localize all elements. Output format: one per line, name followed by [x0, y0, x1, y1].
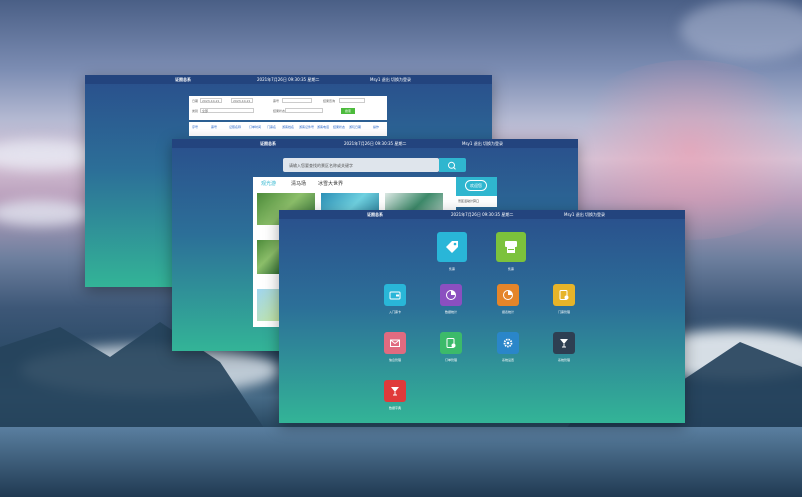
app-tile-statistics[interactable]	[440, 284, 462, 306]
title-bar: 证照总系 2021年7月26日 09:30:35 星期二 Msy1 退出 切换为…	[279, 210, 685, 219]
app-tile-ticket-machine[interactable]	[496, 232, 526, 262]
field-c-label: 类别	[192, 109, 199, 113]
search-box[interactable]: 请输入您要查找的景区名称或关键字	[283, 158, 439, 172]
field-e-label: 结果状态	[273, 109, 286, 113]
card-gear-icon	[446, 338, 456, 348]
tab-horse[interactable]: 清马场	[291, 180, 306, 187]
tab-ice-world[interactable]: 冰雪大世界	[318, 180, 343, 187]
column-header: 序号	[192, 125, 199, 129]
search-form: 日期 2023-10-21 2023-10-21 票号 结果查询 类别 全部 结…	[189, 96, 387, 120]
title-bar: 证照总系 2021年7月26日 09:30:35 星期二 Msy1 退出 切换为…	[172, 139, 578, 148]
column-header: 门票名	[267, 125, 277, 129]
column-header: 游客证件号	[299, 125, 315, 129]
search-button[interactable]: 搜索	[341, 108, 355, 114]
date-from-field[interactable]: 2023-10-21	[200, 98, 222, 103]
datetime: 2021年7月26日 09:30:35 星期二	[451, 212, 514, 217]
attraction-thumbnail[interactable]	[257, 289, 281, 321]
window-title: 证照总系	[367, 212, 383, 217]
app-label: 信息管理	[388, 358, 401, 362]
pie-chart-icon	[503, 290, 513, 300]
date-label: 日期	[192, 99, 199, 103]
field-c-select[interactable]: 全部	[200, 108, 254, 113]
cloud	[0, 200, 90, 226]
datetime: 2021年7月26日 09:30:35 星期二	[257, 77, 320, 82]
app-label: 数据统计	[444, 310, 457, 314]
title-bar: 证照总系 2021年7月26日 09:30:35 星期二 Msy1 退出 切换为…	[85, 75, 492, 84]
gear-icon	[503, 338, 513, 348]
field-e-input[interactable]	[285, 108, 323, 113]
field-b-select[interactable]	[339, 98, 365, 103]
drink-icon	[391, 387, 399, 396]
promo-badge: 欢迎您	[465, 180, 487, 191]
app-label: 系统管理	[557, 358, 570, 362]
promo-card[interactable]: 欢迎您 景区活动计算口	[456, 177, 497, 207]
app-label: 报表统计	[501, 310, 514, 314]
column-header: 游客电话	[317, 125, 330, 129]
field-a-label: 票号	[273, 99, 280, 103]
window-front: 证照总系 2021年7月26日 09:30:35 星期二 Msy1 退出 切换为…	[279, 210, 685, 423]
app-tile-messages[interactable]	[384, 332, 406, 354]
user-menu[interactable]: Msy1 退出 切换为登录	[564, 210, 605, 219]
wallet-icon	[389, 291, 401, 300]
column-header: 操作	[373, 125, 380, 129]
pie-chart-icon	[446, 290, 456, 300]
mail-icon	[390, 339, 400, 347]
ticket-machine-icon	[505, 241, 517, 253]
app-tile-system[interactable]	[553, 332, 575, 354]
tag-icon	[446, 241, 458, 253]
app-tile-ticket-management[interactable]	[553, 284, 575, 306]
field-b-label: 结果查询	[323, 99, 336, 103]
results-table: 序号 票号 证照名称 订单时间 门票名 游客姓名 游客证件号 游客电话 结果状态…	[189, 122, 387, 136]
drink-icon	[560, 339, 568, 348]
window-title: 证照总系	[260, 141, 276, 146]
search-input[interactable]: 请输入您要查找的景区名称或关键字	[289, 163, 353, 169]
search-button[interactable]	[439, 158, 466, 172]
app-label: 门票管理	[557, 310, 570, 314]
column-header: 游玩日期	[349, 125, 362, 129]
app-tile-settings[interactable]	[497, 332, 519, 354]
column-header: 证照名称	[229, 125, 242, 129]
column-header: 游客姓名	[282, 125, 295, 129]
app-tile-orders[interactable]	[440, 332, 462, 354]
promo-label: 景区活动计算口	[458, 199, 480, 203]
app-label: 售票	[507, 267, 514, 271]
app-label: 数据字典	[388, 406, 401, 410]
window-title: 证照总系	[175, 77, 191, 82]
datetime: 2021年7月26日 09:30:35 星期二	[344, 141, 407, 146]
column-header: 票号	[211, 125, 218, 129]
app-label: 售票	[448, 267, 455, 271]
user-menu[interactable]: Msy1 退出 切换为登录	[370, 75, 411, 84]
date-to-field[interactable]: 2023-10-21	[231, 98, 253, 103]
search-icon	[448, 161, 456, 170]
app-label: 订单管理	[444, 358, 457, 362]
lake	[0, 427, 802, 497]
app-tile-entry-card[interactable]	[384, 284, 406, 306]
promo-banner: 欢迎您	[456, 177, 497, 196]
user-menu[interactable]: Msy1 退出 切换为登录	[462, 139, 503, 148]
app-label: 入门票卡	[388, 310, 401, 314]
attraction-thumbnail[interactable]	[257, 240, 281, 274]
tab-sightseeing[interactable]: 观光游	[261, 180, 276, 187]
app-tile-reports[interactable]	[497, 284, 519, 306]
cloud	[680, 0, 802, 60]
column-header: 订单时间	[249, 125, 262, 129]
column-header: 结果状态	[333, 125, 346, 129]
app-tile-sell-ticket[interactable]	[437, 232, 467, 262]
app-tile-dictionary[interactable]	[384, 380, 406, 402]
card-settings-icon	[559, 290, 569, 300]
app-label: 系统设置	[501, 358, 514, 362]
field-a-input[interactable]	[282, 98, 312, 103]
